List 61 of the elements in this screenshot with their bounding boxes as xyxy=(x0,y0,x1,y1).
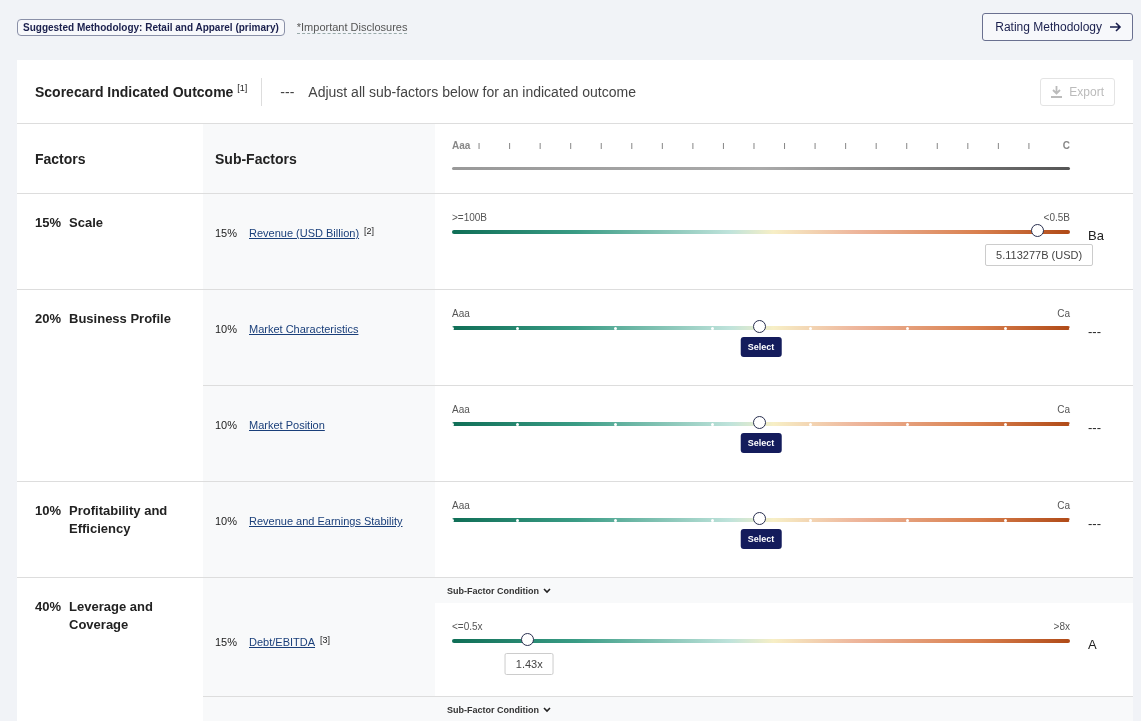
sub-factor-rating: Ba xyxy=(1088,228,1104,243)
factor-weight: 10% xyxy=(35,502,62,520)
footnote-mark: [3] xyxy=(320,636,331,645)
methodology-badge: Suggested Methodology: Retail and Apparel (primary) xyxy=(17,18,285,36)
chevron-down-icon xyxy=(543,587,551,594)
factor-weight: 15% xyxy=(35,214,62,232)
sub-factor-link[interactable]: Market Position xyxy=(249,419,325,431)
scale-end-label: C xyxy=(1062,140,1070,151)
factor-name: Profitability and Efficiency xyxy=(69,502,169,538)
footnote-mark: [2] xyxy=(364,227,375,236)
sub-factor-weight: 10% xyxy=(215,323,239,335)
slider-min-label: >=100B xyxy=(452,212,488,223)
slider-thumb[interactable] xyxy=(753,320,766,333)
value-field[interactable]: 5.113277B (USD) xyxy=(985,244,1094,266)
slider-max-label: Ca xyxy=(1057,404,1070,415)
indicated-outcome: --- xyxy=(280,83,295,100)
slider-thumb[interactable] xyxy=(753,512,766,525)
slider-min-label: Aaa xyxy=(452,500,470,511)
disclosures-link[interactable]: *Important Disclosures xyxy=(296,20,408,34)
slider-thumb[interactable] xyxy=(1031,224,1045,237)
slider-max-label: Ca xyxy=(1057,308,1070,319)
value-field[interactable]: 1.43x xyxy=(504,653,554,675)
scorecard-title: Scorecard Indicated Outcome $^{[1]}$ xyxy=(35,83,248,100)
factor-weight: 20% xyxy=(35,310,62,328)
chevron-down-icon xyxy=(543,706,551,713)
sub-factor-link[interactable]: Revenue (USD Billion) xyxy=(249,227,360,239)
select-button[interactable]: Select xyxy=(740,337,782,357)
select-button[interactable]: Select xyxy=(740,529,782,549)
slider-min-label: <=0.5x xyxy=(452,621,483,632)
scale-start-label: Aaa xyxy=(452,140,471,151)
rating-methodology-button[interactable]: Rating Methodology xyxy=(982,13,1133,41)
sub-factor-rating: --- xyxy=(1088,420,1101,435)
sub-factor-rating: --- xyxy=(1088,324,1101,339)
slider-thumb[interactable] xyxy=(521,633,535,646)
sub-factor-condition-toggle[interactable]: Sub-Factor Condition xyxy=(435,578,551,603)
sub-factor-weight: 15% xyxy=(215,636,239,648)
sub-factor-rating: --- xyxy=(1088,516,1101,531)
sub-factor-link[interactable]: Debt/EBITDA xyxy=(249,636,316,648)
factor-name: Scale xyxy=(69,214,104,232)
slider-min-label: Aaa xyxy=(452,308,470,319)
sub-factor-weight: 10% xyxy=(215,515,239,527)
slider-max-label: <0.5B xyxy=(1043,212,1070,223)
factors-header: Factors xyxy=(35,150,86,167)
factor-name: Business Profile xyxy=(69,310,172,328)
arrow-right-icon xyxy=(1110,22,1122,32)
factor-weight: 40% xyxy=(35,598,62,616)
sub-factor-link[interactable]: Revenue and Earnings Stability xyxy=(249,515,403,527)
slider-max-label: >8x xyxy=(1053,621,1070,632)
sub-factor-weight: 15% xyxy=(215,227,239,239)
slider-max-label: Ca xyxy=(1057,500,1070,511)
outcome-hint: Adjust all sub-factors below for an indicated outcome xyxy=(308,83,636,100)
sub-factor-condition-toggle[interactable]: Sub-Factor Condition xyxy=(435,697,551,721)
sub-factor-weight: 10% xyxy=(215,419,239,431)
sub-factor-link[interactable]: Market Characteristics xyxy=(249,323,359,335)
download-icon xyxy=(1051,85,1063,98)
select-button[interactable]: Select xyxy=(740,433,782,453)
sub-factors-header: Sub-Factors xyxy=(215,150,297,167)
slider-thumb[interactable] xyxy=(753,416,766,429)
factor-name: Leverage and Coverage xyxy=(69,598,154,634)
slider-min-label: Aaa xyxy=(452,404,470,415)
sub-factor-rating: A xyxy=(1088,637,1097,652)
